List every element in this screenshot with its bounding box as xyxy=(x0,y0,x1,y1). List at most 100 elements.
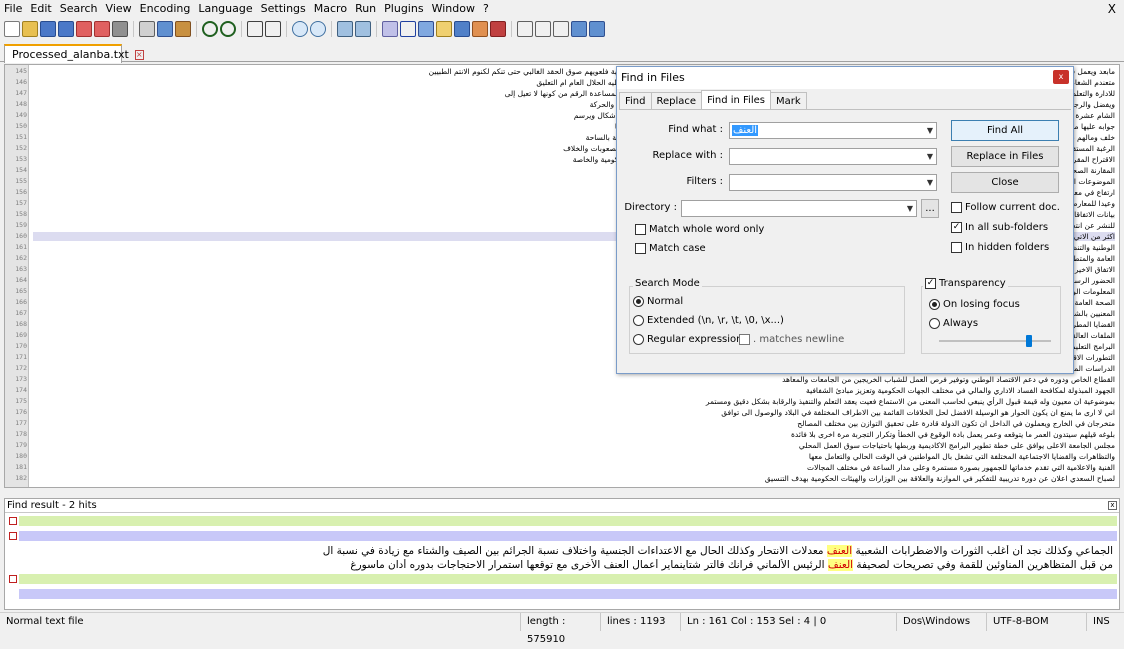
fold-minus-icon[interactable] xyxy=(9,575,17,583)
record-macro-icon[interactable] xyxy=(517,21,533,37)
stop-macro-icon[interactable] xyxy=(535,21,551,37)
close-button[interactable]: Close xyxy=(951,172,1059,193)
sync-vertical-icon[interactable] xyxy=(337,21,353,37)
match-whole-word-checkbox[interactable]: Match whole word only xyxy=(635,224,764,235)
follow-current-doc-checkbox[interactable]: Follow current doc. xyxy=(951,202,1060,213)
replace-with-input[interactable]: ▼ xyxy=(729,148,937,165)
app-close-button[interactable]: X xyxy=(1108,0,1116,18)
menu-language[interactable]: Language xyxy=(194,0,256,18)
cut-icon[interactable] xyxy=(139,21,155,37)
new-file-icon[interactable] xyxy=(4,21,20,37)
editor-line[interactable]: والتظاهرات والقضايا الاجتماعية المختلفة … xyxy=(33,452,1115,461)
run-macro-multiple-icon[interactable] xyxy=(571,21,587,37)
save-macro-icon[interactable] xyxy=(589,21,605,37)
filters-input[interactable]: ▼ xyxy=(729,174,937,191)
result-hit-line[interactable]: الجماعي وكذلك نجد أن أغلب الثورات والاضط… xyxy=(21,545,1113,558)
play-macro-icon[interactable] xyxy=(553,21,569,37)
editor-line[interactable]: بموضوعية ان معيون وله قيمة قبول الرأي ين… xyxy=(33,397,1115,406)
menu-plugins[interactable]: Plugins xyxy=(380,0,427,18)
transparency-slider-track[interactable] xyxy=(939,340,1051,342)
search-summary-line[interactable] xyxy=(19,516,1117,526)
editor-line[interactable]: بلوغه قيلهم سيتدون العمر ما يتوقعه وعمر … xyxy=(33,430,1115,439)
zoom-out-icon[interactable] xyxy=(310,21,326,37)
editor-line[interactable]: اني لا ارى ما يمنع ان يكون الحوار هو الو… xyxy=(33,408,1115,417)
redo-icon[interactable] xyxy=(220,21,236,37)
match-case-checkbox[interactable]: Match case xyxy=(635,243,706,254)
tab-close-icon[interactable]: × xyxy=(134,49,144,60)
transparency-checkbox[interactable]: ✓ Transparency xyxy=(923,278,1008,289)
find-result-close-button[interactable]: x xyxy=(1108,501,1117,510)
copy-icon[interactable] xyxy=(157,21,173,37)
editor-line[interactable]: الفنية والاعلامية التي تقدم خدماتها للجم… xyxy=(33,463,1115,472)
show-all-chars-icon[interactable] xyxy=(400,21,416,37)
tab-find[interactable]: Find xyxy=(619,92,652,110)
matches-newline-checkbox[interactable]: . matches newline xyxy=(739,334,844,345)
transparency-always-radio[interactable]: Always xyxy=(929,318,978,329)
search-mode-regex-radio[interactable]: Regular expression xyxy=(633,334,742,345)
find-all-button[interactable]: Find All xyxy=(951,120,1059,141)
menu-encoding[interactable]: Encoding xyxy=(136,0,195,18)
editor-line[interactable]: الجهود المبذولة لمكافحة الفساد الاداري و… xyxy=(33,386,1115,395)
close-all-icon[interactable] xyxy=(94,21,110,37)
editor-line[interactable]: مجلس الجامعة الاعلى يوافق على خطة تطوير … xyxy=(33,441,1115,450)
word-wrap-icon[interactable] xyxy=(382,21,398,37)
tab-replace[interactable]: Replace xyxy=(650,92,703,110)
menu-run[interactable]: Run xyxy=(351,0,380,18)
save-icon[interactable] xyxy=(40,21,56,37)
chevron-down-icon[interactable]: ▼ xyxy=(927,175,933,190)
replace-icon[interactable] xyxy=(265,21,281,37)
menu-macro[interactable]: Macro xyxy=(310,0,351,18)
menu-help[interactable]: ? xyxy=(479,0,493,18)
menu-window[interactable]: Window xyxy=(428,0,479,18)
chevron-down-icon[interactable]: ▼ xyxy=(927,149,933,164)
paste-icon[interactable] xyxy=(175,21,191,37)
menu-file[interactable]: File xyxy=(0,0,26,18)
menu-edit[interactable]: Edit xyxy=(26,0,55,18)
toolbar-separator xyxy=(331,21,332,37)
save-all-icon[interactable] xyxy=(58,21,74,37)
replace-in-files-button[interactable]: Replace in Files xyxy=(951,146,1059,167)
status-eol[interactable]: Dos\Windows xyxy=(896,613,986,631)
print-icon[interactable] xyxy=(112,21,128,37)
folder-workspace-icon[interactable] xyxy=(490,21,506,37)
in-all-subfolders-checkbox[interactable]: ✓ In all sub-folders xyxy=(951,222,1048,233)
chevron-down-icon[interactable]: ▼ xyxy=(907,201,913,216)
editor-line[interactable]: متخرجان في الخارج ويعملون في الداخل ان ت… xyxy=(33,419,1115,428)
function-list-icon[interactable] xyxy=(472,21,488,37)
status-encoding[interactable]: UTF-8-BOM xyxy=(986,613,1086,631)
close-file-icon[interactable] xyxy=(76,21,92,37)
menu-view[interactable]: View xyxy=(102,0,136,18)
chevron-down-icon[interactable]: ▼ xyxy=(927,123,933,138)
status-insert-mode[interactable]: INS xyxy=(1086,613,1124,631)
menu-search[interactable]: Search xyxy=(56,0,102,18)
fold-minus-icon[interactable] xyxy=(9,532,17,540)
menu-settings[interactable]: Settings xyxy=(257,0,310,18)
tab-mark[interactable]: Mark xyxy=(769,92,807,110)
transparency-slider-thumb[interactable] xyxy=(1025,335,1032,347)
fold-minus-icon[interactable] xyxy=(9,517,17,525)
user-language-icon[interactable] xyxy=(436,21,452,37)
tab-processed-alanba[interactable]: Processed_alanba.txt × xyxy=(4,44,144,63)
file-path-line[interactable] xyxy=(19,589,1117,599)
find-what-input[interactable]: العنف ▼ xyxy=(729,122,937,139)
file-path-line[interactable] xyxy=(19,531,1117,541)
undo-icon[interactable] xyxy=(202,21,218,37)
directory-input[interactable]: ▼ xyxy=(681,200,917,217)
dialog-close-button[interactable]: x xyxy=(1053,70,1069,84)
open-file-icon[interactable] xyxy=(22,21,38,37)
result-hit-line[interactable]: من قبل المتظاهرين المناوئين للقمة وفي تص… xyxy=(21,559,1113,572)
sync-horizontal-icon[interactable] xyxy=(355,21,371,37)
browse-directory-button[interactable]: ... xyxy=(921,199,939,218)
in-hidden-folders-checkbox[interactable]: In hidden folders xyxy=(951,242,1049,253)
search-mode-extended-radio[interactable]: Extended (\n, \r, \t, \0, \x...) xyxy=(633,315,784,326)
editor-line[interactable]: لصباح السعدي اعلان عن دورة تدريبية للتفك… xyxy=(33,474,1115,483)
doc-map-icon[interactable] xyxy=(454,21,470,37)
editor-line[interactable]: القطاع الخاص ودوره في دعم الاقتصاد الوطن… xyxy=(33,375,1115,384)
search-summary-line[interactable] xyxy=(19,574,1117,584)
search-mode-normal-radio[interactable]: Normal xyxy=(633,296,683,307)
zoom-in-icon[interactable] xyxy=(292,21,308,37)
indent-guide-icon[interactable] xyxy=(418,21,434,37)
find-icon[interactable] xyxy=(247,21,263,37)
transparency-on-losing-focus-radio[interactable]: On losing focus xyxy=(929,299,1020,310)
tab-find-in-files[interactable]: Find in Files xyxy=(701,90,771,110)
